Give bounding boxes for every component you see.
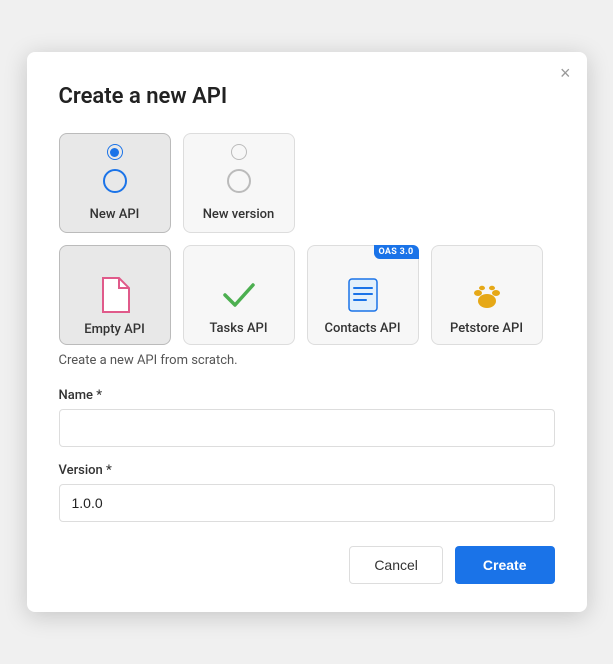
cancel-button[interactable]: Cancel bbox=[349, 546, 443, 584]
contacts-api-icon bbox=[346, 277, 380, 313]
template-description: Create a new API from scratch. bbox=[59, 353, 555, 368]
template-petstore-api-label: Petstore API bbox=[450, 321, 523, 336]
new-version-icon bbox=[225, 167, 253, 199]
template-tasks-api-label: Tasks API bbox=[209, 321, 267, 336]
template-card-empty-api[interactable]: Empty API bbox=[59, 245, 171, 345]
petstore-api-icon bbox=[468, 277, 506, 313]
template-contacts-api-label: Contacts API bbox=[324, 321, 400, 336]
name-label: Name * bbox=[59, 388, 555, 403]
close-button[interactable]: × bbox=[560, 64, 571, 82]
type-options-row: New API New version bbox=[59, 133, 555, 233]
template-options-row: Empty API Tasks API OAS 3.0 bbox=[59, 245, 555, 345]
version-label: Version * bbox=[59, 463, 555, 478]
radio-new-api bbox=[107, 144, 123, 160]
dialog-title: Create a new API bbox=[59, 84, 555, 109]
new-api-icon bbox=[101, 167, 129, 199]
name-field-group: Name * bbox=[59, 388, 555, 447]
version-field-group: Version * bbox=[59, 463, 555, 522]
empty-api-icon bbox=[98, 276, 132, 314]
tasks-api-icon bbox=[221, 277, 257, 313]
type-card-new-api-label: New API bbox=[90, 207, 140, 222]
template-empty-api-label: Empty API bbox=[84, 322, 145, 337]
template-card-tasks-api[interactable]: Tasks API bbox=[183, 245, 295, 345]
version-input[interactable] bbox=[59, 484, 555, 522]
template-card-contacts-api[interactable]: OAS 3.0 Contacts API bbox=[307, 245, 419, 345]
dialog-footer: Cancel Create bbox=[59, 546, 555, 584]
type-card-new-version[interactable]: New version bbox=[183, 133, 295, 233]
create-button[interactable]: Create bbox=[455, 546, 555, 584]
radio-new-version bbox=[231, 144, 247, 160]
type-card-new-api[interactable]: New API bbox=[59, 133, 171, 233]
name-input[interactable] bbox=[59, 409, 555, 447]
create-api-dialog: × Create a new API New API New version bbox=[27, 52, 587, 612]
type-card-new-version-label: New version bbox=[203, 207, 275, 222]
template-card-petstore-api[interactable]: Petstore API bbox=[431, 245, 543, 345]
oas-badge: OAS 3.0 bbox=[374, 245, 419, 259]
